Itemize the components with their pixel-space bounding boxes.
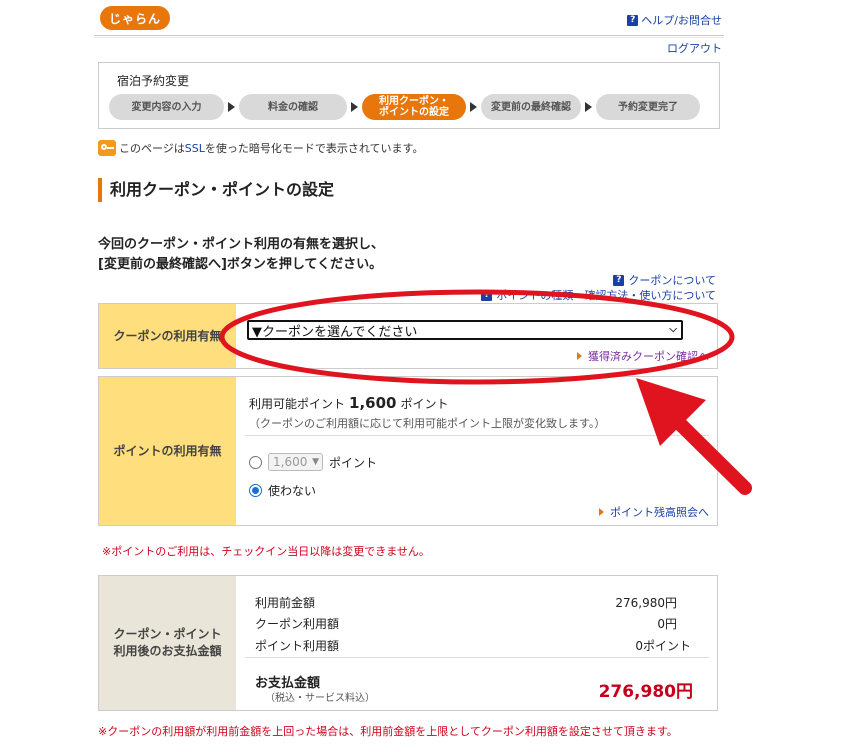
logo-text: じゃらん (108, 11, 161, 26)
key-icon (98, 140, 116, 156)
step-indicator: 変更内容の入力 料金の確認 利用クーポン・ ポイントの設定 変更前の最終確認 予… (109, 94, 700, 120)
points-divider (245, 435, 709, 436)
header-divider-light (94, 37, 724, 38)
total-sub-label: （税込・サービス料込） (265, 693, 375, 704)
points-unit-label: ポイント (329, 455, 378, 470)
chevron-down-icon: ▼ (312, 457, 319, 467)
step-arrow-icon (351, 102, 358, 112)
ssl-notice-suffix: を使った暗号化モードで表示されています。 (204, 142, 424, 155)
points-section: ポイントの利用有無 利用可能ポイント 1,600 ポイント （クーポンのご利用額… (98, 376, 718, 526)
use-points-radio[interactable] (249, 455, 262, 469)
chevron-down-icon: ⌵ (669, 324, 677, 335)
step-final-confirm: 変更前の最終確認 (481, 94, 581, 120)
points-label: ポイントの利用有無 (99, 377, 236, 525)
header-divider (94, 35, 724, 36)
step-change-complete: 予約変更完了 (596, 94, 700, 120)
no-points-radio[interactable] (249, 484, 262, 497)
logout-link[interactable]: ログアウト (667, 40, 722, 56)
ssl-notice: このページは SSL を使った暗号化モードで表示されています。 (98, 140, 423, 156)
coupon-label: クーポンの利用有無 (99, 304, 236, 368)
step-price-check: 料金の確認 (239, 94, 347, 120)
payment-summary: クーポン・ポイント 利用後のお支払金額 利用前金額 276,980円 クーポン利… (98, 575, 718, 711)
instruction-line-1: 今回のクーポン・ポイント利用の有無を選択し、 (98, 237, 385, 252)
payment-label: クーポン・ポイント 利用後のお支払金額 (99, 576, 236, 710)
step-arrow-icon (228, 102, 235, 112)
help-contact-link[interactable]: ? ヘルプ/お問合せ (627, 12, 722, 28)
total-amount: 276,980円 (598, 682, 693, 702)
arrow-right-icon (599, 508, 604, 516)
jalan-logo[interactable]: じゃらん (100, 6, 170, 30)
pre-discount-amount-row: 利用前金額 276,980円 (255, 596, 677, 610)
coupon-about-link[interactable]: ? クーポンについて (481, 273, 716, 288)
use-points-option[interactable]: 1,600 ▼ ポイント (249, 453, 377, 471)
help-contact-label: ヘルプ/お問合せ (641, 14, 722, 27)
reservation-steps-panel: 宿泊予約変更 変更内容の入力 料金の確認 利用クーポン・ ポイントの設定 変更前… (98, 62, 720, 129)
page-title: 利用クーポン・ポイントの設定 (98, 178, 334, 202)
point-amount-row: ポイント利用額 0ポイント (255, 639, 691, 653)
acquired-coupon-link[interactable]: 獲得済みクーポン確認へ (577, 348, 709, 364)
instruction-line-2: [変更前の最終確認へ]ボタンを押してください。 (98, 257, 383, 272)
step-coupon-point-setting: 利用クーポン・ ポイントの設定 (362, 94, 466, 120)
points-warning: ※ポイントのご利用は、チェックイン当日以降は変更できません。 (102, 545, 430, 558)
ssl-notice-prefix: このページは (119, 142, 185, 155)
help-icon: ? (627, 14, 639, 26)
coupon-amount-row: クーポン利用額 0円 (255, 617, 677, 631)
point-balance-link[interactable]: ポイント残高照会へ (599, 504, 709, 520)
no-points-option[interactable]: 使わない (249, 482, 316, 499)
coupon-section: クーポンの利用有無 ▼クーポンを選んでください ⌵ 獲得済みクーポン確認へ (98, 303, 718, 369)
ssl-link[interactable]: SSL (185, 142, 205, 155)
step-arrow-icon (470, 102, 477, 112)
available-points: 利用可能ポイント 1,600 ポイント (249, 394, 449, 412)
instruction-text: 今回のクーポン・ポイント利用の有無を選択し、 [変更前の最終確認へ]ボタンを押し… (98, 235, 384, 275)
available-points-value: 1,600 (349, 394, 397, 412)
steps-title: 宿泊予約変更 (117, 74, 190, 88)
help-icon: ? (613, 275, 625, 286)
coupon-select-value: ▼クーポンを選んでください (252, 324, 418, 340)
arrow-right-icon (577, 352, 582, 360)
no-points-label: 使わない (268, 484, 317, 498)
points-amount-select[interactable]: 1,600 ▼ (268, 453, 323, 471)
payment-divider (245, 657, 709, 658)
step-input-changes: 変更内容の入力 (109, 94, 224, 120)
coupon-select[interactable]: ▼クーポンを選んでください ⌵ (247, 320, 683, 340)
help-icon: ? (481, 290, 493, 301)
available-points-note: （クーポンのご利用額に応じて利用可能ポイント上限が変化致します。） (249, 417, 606, 430)
points-about-link[interactable]: ? ポイントの種類・確認方法・使い方について (481, 288, 716, 303)
help-links: ? クーポンについて ? ポイントの種類・確認方法・使い方について (481, 273, 716, 303)
step-arrow-icon (585, 102, 592, 112)
coupon-warning: ※クーポンの利用額が利用前金額を上回った場合は、利用前金額を上限としてクーポン利… (98, 725, 678, 738)
